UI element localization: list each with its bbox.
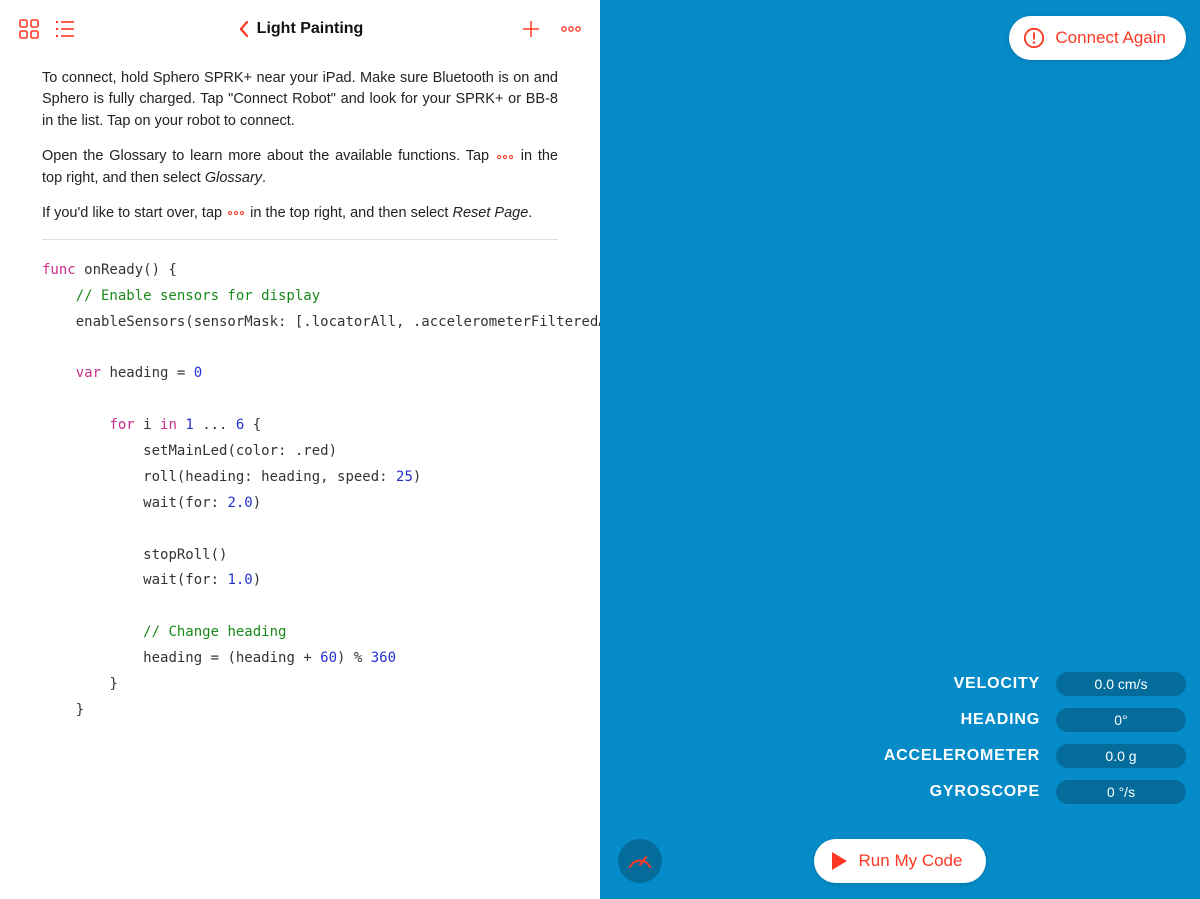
code-token: { [244, 417, 261, 433]
code-token: wait(for: [143, 572, 227, 588]
metric-value: 0° [1056, 708, 1186, 732]
run-my-code-button[interactable]: Run My Code [814, 839, 987, 883]
metric-label: HEADING [961, 711, 1040, 729]
code-token: onReady() { [76, 262, 177, 278]
live-view-pane: Connect Again VELOCITY 0.0 cm/s HEADING … [600, 0, 1200, 899]
code-number: 60 [320, 650, 337, 666]
play-icon [832, 852, 847, 870]
code-token: for [109, 417, 134, 433]
topbar-left [18, 18, 76, 40]
topbar-right [520, 18, 582, 40]
code-token: var [76, 365, 101, 381]
code-number: 2.0 [227, 495, 252, 511]
speedometer-icon [626, 847, 654, 875]
code-comment: // Change heading [143, 624, 286, 640]
code-pane: Light Painting To connect, hold Sphero S… [0, 0, 600, 899]
connect-again-label: Connect Again [1055, 28, 1166, 48]
connect-again-button[interactable]: Connect Again [1009, 16, 1186, 60]
code-token: in [160, 417, 177, 433]
code-token: heading = [101, 365, 194, 381]
code-token: ) [253, 572, 261, 588]
metric-value: 0 °/s [1056, 780, 1186, 804]
code-token: func [42, 262, 76, 278]
content-area[interactable]: To connect, hold Sphero SPRK+ near your … [0, 58, 600, 899]
sensor-metrics: VELOCITY 0.0 cm/s HEADING 0° ACCELEROMET… [884, 672, 1186, 804]
glossary-em: Glossary [205, 170, 262, 186]
metric-value: 0.0 g [1056, 744, 1186, 768]
code-number: 1.0 [227, 572, 252, 588]
more-dots-icon [228, 211, 244, 215]
code-token: setMainLed(color: .red) [143, 443, 337, 459]
code-token: roll(heading: heading, speed: [143, 469, 396, 485]
alert-icon [1023, 27, 1045, 49]
more-dots-icon[interactable] [560, 23, 582, 35]
topbar: Light Painting [0, 0, 600, 58]
code-block[interactable]: func onReady() { // Enable sensors for d… [42, 258, 558, 724]
instruction-p2: Open the Glossary to learn more about th… [42, 146, 558, 189]
metric-label: ACCELEROMETER [884, 747, 1040, 765]
code-number: 360 [371, 650, 396, 666]
reset-page-em: Reset Page [452, 205, 528, 221]
code-token: enableSensors(sensorMask: [.locatorAll, … [76, 314, 600, 330]
metric-gyroscope: GYROSCOPE 0 °/s [884, 780, 1186, 804]
more-dots-icon [497, 155, 513, 159]
metric-velocity: VELOCITY 0.0 cm/s [884, 672, 1186, 696]
code-token: stopRoll() [143, 547, 227, 563]
run-my-code-label: Run My Code [859, 851, 963, 871]
list-icon[interactable] [54, 18, 76, 40]
instruction-text: If you'd like to start over, tap [42, 205, 222, 221]
code-token: ... [194, 417, 236, 433]
divider [42, 239, 558, 240]
code-token: wait(for: [143, 495, 227, 511]
instruction-text: . [528, 205, 532, 221]
metric-accelerometer: ACCELEROMETER 0.0 g [884, 744, 1186, 768]
code-token: } [76, 702, 84, 718]
plus-icon[interactable] [520, 18, 542, 40]
metric-label: VELOCITY [954, 675, 1040, 693]
code-token: ) [413, 469, 421, 485]
code-number: 1 [185, 417, 193, 433]
grid-icon[interactable] [18, 18, 40, 40]
code-number: 25 [396, 469, 413, 485]
code-token: } [109, 676, 117, 692]
page-title[interactable]: Light Painting [257, 20, 364, 38]
instruction-p3: If you'd like to start over, tap in the … [42, 203, 558, 224]
code-token: i [135, 417, 160, 433]
code-token: heading = (heading + [143, 650, 320, 666]
back-chevron-icon[interactable] [237, 20, 251, 38]
speed-button[interactable] [618, 839, 662, 883]
code-token: ) % [337, 650, 371, 666]
metric-heading: HEADING 0° [884, 708, 1186, 732]
code-comment: // Enable sensors for display [76, 288, 320, 304]
metric-value: 0.0 cm/s [1056, 672, 1186, 696]
bottom-bar: Run My Code [600, 839, 1200, 883]
instruction-p1: To connect, hold Sphero SPRK+ near your … [42, 68, 558, 132]
code-number: 0 [194, 365, 202, 381]
instruction-text: . [262, 170, 266, 186]
instruction-text: in the top right, and then select [250, 205, 452, 221]
instruction-text: Open the Glossary to learn more about th… [42, 148, 489, 164]
topbar-center: Light Painting [0, 20, 600, 38]
metric-label: GYROSCOPE [930, 783, 1040, 801]
code-token: ) [253, 495, 261, 511]
instructions: To connect, hold Sphero SPRK+ near your … [42, 68, 558, 225]
